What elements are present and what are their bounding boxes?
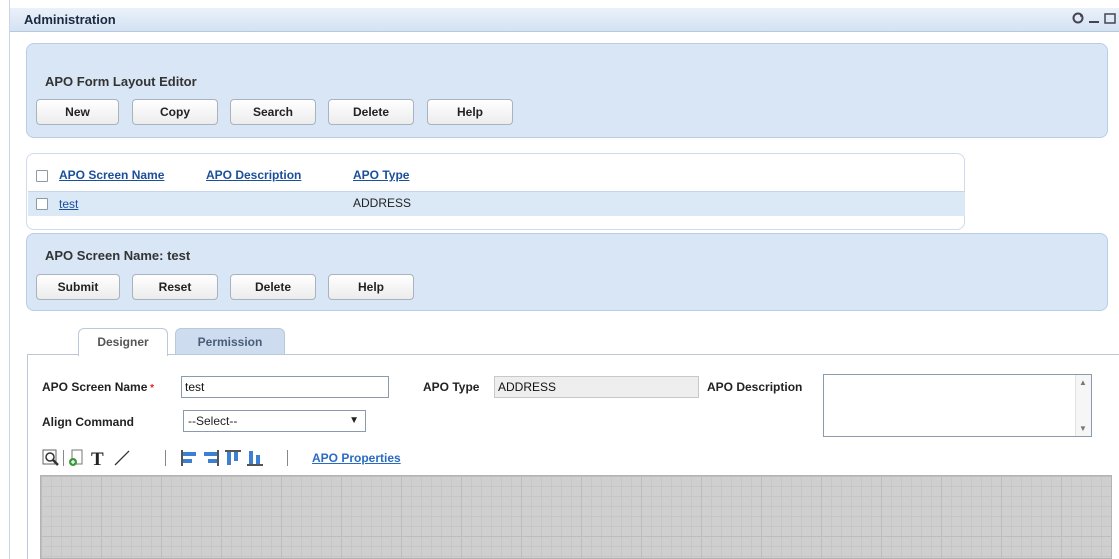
- screen-panel: APO Screen Name: test Submit Reset Delet…: [26, 233, 1108, 311]
- window-titlebar: Administration: [10, 8, 1119, 32]
- zoom-icon[interactable]: [42, 449, 60, 467]
- align-left-icon[interactable]: [180, 449, 198, 467]
- screen-delete-button[interactable]: Delete: [230, 274, 316, 300]
- submit-button[interactable]: Submit: [36, 274, 120, 300]
- screen-panel-title: APO Screen Name: test: [45, 248, 191, 263]
- line-icon[interactable]: [113, 449, 131, 467]
- minimize-icon[interactable]: [1086, 11, 1102, 27]
- editor-panel-title: APO Form Layout Editor: [45, 74, 197, 89]
- svg-text:T: T: [91, 449, 104, 467]
- column-header-screen-name[interactable]: APO Screen Name: [59, 168, 164, 182]
- type-field: [494, 376, 699, 398]
- select-all-checkbox[interactable]: [36, 170, 48, 182]
- align-command-select[interactable]: --Select-- ▼: [183, 410, 366, 432]
- screen-help-button[interactable]: Help: [328, 274, 414, 300]
- toolbar-separator: [287, 450, 288, 466]
- align-right-icon[interactable]: [202, 449, 220, 467]
- add-field-icon[interactable]: [68, 449, 86, 467]
- copy-button[interactable]: Copy: [132, 99, 218, 125]
- help-button[interactable]: Help: [427, 99, 513, 125]
- description-label: APO Description: [707, 380, 803, 394]
- text-icon[interactable]: T: [90, 449, 108, 470]
- row-screen-name-link[interactable]: test: [59, 197, 78, 211]
- new-button[interactable]: New: [36, 99, 119, 125]
- table-row[interactable]: test ADDRESS: [28, 191, 965, 216]
- apo-properties-link[interactable]: APO Properties: [312, 451, 401, 465]
- tab-designer[interactable]: Designer: [78, 328, 168, 356]
- toolbar-separator: [165, 450, 166, 466]
- reset-button[interactable]: Reset: [132, 274, 218, 300]
- screen-name-label: APO Screen Name *: [42, 380, 155, 394]
- column-header-type[interactable]: APO Type: [353, 168, 409, 182]
- row-checkbox[interactable]: [36, 198, 48, 210]
- description-scrollbar[interactable]: ▲ ▼: [1075, 375, 1091, 436]
- align-bottom-icon[interactable]: [246, 449, 264, 467]
- window-title: Administration: [24, 12, 116, 27]
- table-header: APO Screen Name APO Description APO Type: [27, 164, 964, 190]
- tab-permission[interactable]: Permission: [175, 328, 285, 355]
- row-type: ADDRESS: [353, 196, 412, 210]
- screen-name-input[interactable]: [181, 376, 389, 398]
- design-canvas[interactable]: [40, 475, 1112, 559]
- chevron-down-icon: ▼: [349, 415, 359, 426]
- toolbar-separator: [63, 450, 64, 466]
- refresh-icon[interactable]: [1070, 11, 1086, 27]
- description-textarea[interactable]: ▲ ▼: [823, 374, 1092, 437]
- delete-button[interactable]: Delete: [328, 99, 414, 125]
- maximize-icon[interactable]: [1102, 11, 1118, 27]
- search-button[interactable]: Search: [230, 99, 316, 125]
- align-command-label: Align Command: [42, 415, 134, 429]
- column-header-description[interactable]: APO Description: [206, 168, 301, 182]
- editor-panel: APO Form Layout Editor New Copy Search D…: [26, 43, 1108, 138]
- window-left-border: [9, 0, 10, 559]
- type-label: APO Type: [423, 380, 480, 394]
- align-command-value: --Select--: [188, 414, 238, 428]
- results-table: APO Screen Name APO Description APO Type…: [26, 153, 965, 230]
- align-top-icon[interactable]: [224, 449, 242, 467]
